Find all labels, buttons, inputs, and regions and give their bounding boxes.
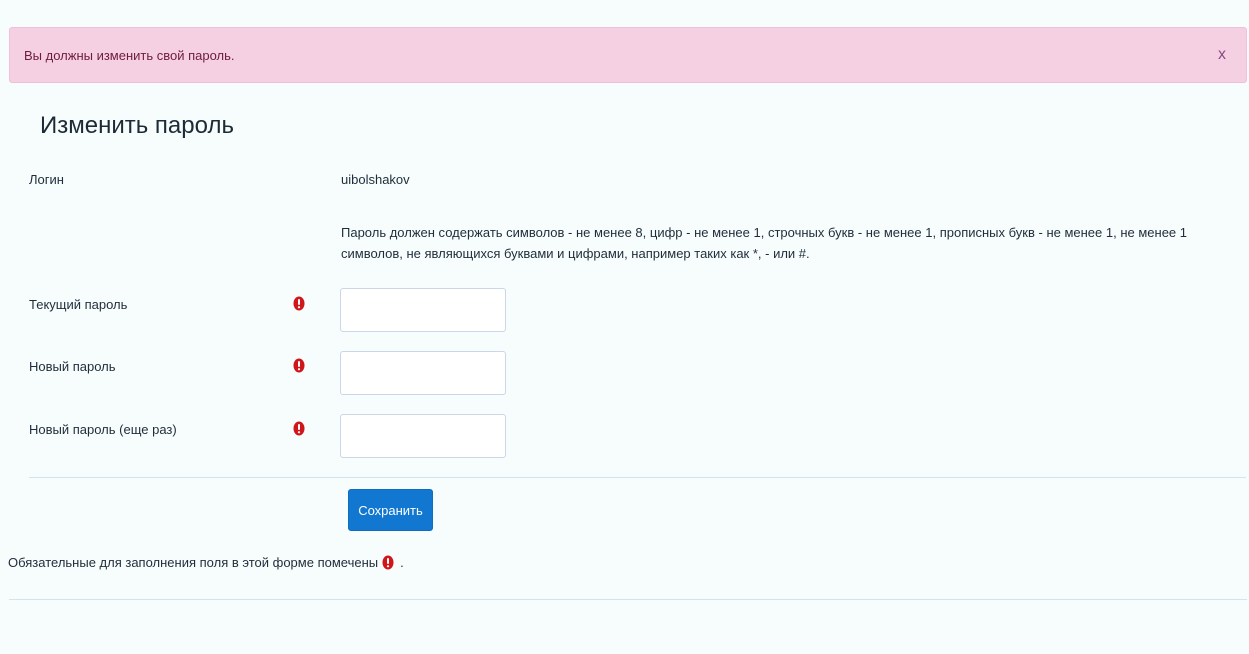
required-icon xyxy=(382,555,394,570)
save-button[interactable]: Сохранить xyxy=(348,489,433,531)
form-divider xyxy=(29,477,1246,478)
new-password-label: Новый пароль xyxy=(29,359,116,374)
new-password-repeat-input[interactable] xyxy=(340,414,506,458)
alert-banner: Вы должны изменить свой пароль. x xyxy=(9,27,1247,83)
required-icon xyxy=(293,296,305,311)
required-note-suffix: . xyxy=(400,555,404,570)
page-title: Изменить пароль xyxy=(40,112,234,139)
alert-message: Вы должны изменить свой пароль. xyxy=(24,47,235,63)
login-label: Логин xyxy=(29,172,64,187)
required-icon xyxy=(293,421,305,436)
required-note-text: Обязательные для заполнения поля в этой … xyxy=(8,555,379,570)
footer-divider xyxy=(9,599,1247,600)
new-password-input[interactable] xyxy=(340,351,506,395)
required-icon xyxy=(293,358,305,373)
current-password-label: Текущий пароль xyxy=(29,297,128,312)
current-password-input[interactable] xyxy=(340,288,506,332)
new-password-repeat-label: Новый пароль (еще раз) xyxy=(29,422,177,437)
password-requirements-hint: Пароль должен содержать символов - не ме… xyxy=(341,225,1188,261)
login-value: uibolshakov xyxy=(341,172,410,187)
alert-close-button[interactable]: x xyxy=(1218,47,1226,63)
required-fields-note: Обязательные для заполнения поля в этой … xyxy=(8,555,404,570)
